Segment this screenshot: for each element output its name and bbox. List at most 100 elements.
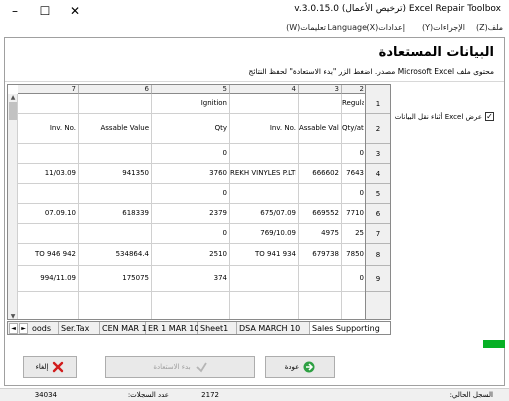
menu-actions[interactable]: الإجراءات(Y) (422, 23, 465, 32)
grid-line (8, 163, 366, 164)
page-subtitle: محتوى ملف Microsoft Excel مصدر. اضغط الز… (248, 67, 494, 76)
records-count-label: عدد السجلات: (127, 391, 169, 399)
close-button[interactable]: ✕ (63, 0, 87, 22)
sheet-tab[interactable]: DSA MARCH 10 (237, 322, 310, 334)
vertical-scrollbar[interactable]: ▲ ▼ (8, 94, 18, 319)
grid-cell[interactable]: 941350 (79, 169, 149, 177)
grid-cell[interactable]: 0 (152, 229, 227, 237)
cancel-button[interactable]: إلغاء (23, 356, 77, 378)
grid-line (8, 265, 366, 266)
row-number[interactable]: 5 (366, 184, 390, 204)
grid-cell[interactable]: Regulator (342, 99, 364, 107)
grid-cell[interactable]: 769/10.09 (230, 229, 296, 237)
grid-cell[interactable]: 11/03.09 (18, 169, 76, 177)
column-header[interactable]: 3 (299, 85, 342, 94)
show-excel-label: عرض Excel أثناء نقل البيانات (394, 112, 482, 121)
grid-cell[interactable]: 374 (152, 274, 227, 282)
grid-cell[interactable]: Qty/ate (342, 124, 364, 132)
grid-cell[interactable]: Assable Value (299, 124, 339, 132)
data-grid[interactable]: 765432IgnitionRegulatorInv. No.Assable V… (7, 84, 391, 320)
sheet-tab[interactable]: Ser.Tax (59, 322, 100, 334)
grid-cell[interactable]: Assable Value (79, 124, 149, 132)
grid-cell[interactable]: 2379 (152, 209, 227, 217)
grid-cell[interactable]: 7710 (342, 209, 364, 217)
column-header[interactable]: 6 (79, 85, 152, 94)
sheet-tab[interactable]: CEN MAR 10 (100, 322, 152, 334)
grid-cell[interactable]: TO 946 942 (18, 250, 76, 258)
grid-line (8, 183, 366, 184)
grid-cell[interactable]: 175075 (79, 274, 149, 282)
status-bar: السجل الحالي: 2172 عدد السجلات: 34034 (0, 388, 509, 401)
title-bar: – ☐ ✕ Excel Repair Toolbox (ترخيص الأعما… (0, 0, 509, 22)
grid-cell[interactable]: 3760 (152, 169, 227, 177)
sheet-tab[interactable]: oods (30, 322, 59, 334)
row-number[interactable]: 6 (366, 204, 390, 224)
grid-cell[interactable]: Inv. No. (18, 124, 76, 132)
grid-cell[interactable]: 25 (342, 229, 364, 237)
menu-language[interactable]: Language (328, 23, 367, 32)
grid-cell[interactable]: 0 (342, 149, 364, 157)
scroll-down-icon[interactable]: ▼ (8, 313, 18, 319)
minimize-button[interactable]: – (3, 0, 27, 22)
row-number[interactable]: 3 (366, 144, 390, 164)
grid-cell[interactable]: 7850 (342, 250, 364, 258)
header-band: البيانات المستعادة محتوى ملف Microsoft E… (5, 38, 504, 82)
column-header[interactable]: 7 (18, 85, 79, 94)
show-excel-checkbox[interactable]: ✓ (485, 112, 494, 121)
grid-cell[interactable]: 994/11.09 (18, 274, 76, 282)
grid-cell[interactable]: 4975 (299, 229, 339, 237)
grid-cell[interactable]: Ignition (152, 99, 227, 107)
grid-cell[interactable]: TO 941 934 (230, 250, 296, 258)
grid-cell[interactable]: 2510 (152, 250, 227, 258)
grid-cell[interactable]: 0 (152, 189, 227, 197)
grid-cell[interactable]: REKH VINYLES P.LTD (230, 169, 296, 177)
sheet-tab[interactable]: Sheet1 (198, 322, 237, 334)
grid-cell[interactable]: 0 (152, 149, 227, 157)
grid-cell[interactable]: 679738 (299, 250, 339, 258)
row-number[interactable]: 8 (366, 244, 390, 266)
grid-cell[interactable]: Inv. No. (230, 124, 296, 132)
show-excel-option[interactable]: ✓ عرض Excel أثناء نقل البيانات (395, 112, 494, 121)
scroll-up-icon[interactable]: ▲ (8, 94, 18, 102)
grid-cell[interactable]: 534864.4 (79, 250, 149, 258)
menu-help[interactable]: تعليمات(W) (286, 23, 326, 32)
back-label: عودة (284, 363, 300, 371)
cancel-label: إلغاء (35, 363, 49, 371)
row-number[interactable]: 7 (366, 224, 390, 244)
page-title: البيانات المستعادة (378, 45, 494, 60)
grid-line (8, 291, 366, 292)
grid-cell[interactable]: 618339 (79, 209, 149, 217)
scroll-thumb[interactable] (9, 102, 17, 120)
tab-next-icon[interactable]: ► (19, 323, 28, 334)
row-number[interactable]: 1 (366, 94, 390, 114)
row-number[interactable]: 9 (366, 266, 390, 292)
tab-prev-icon[interactable]: ◄ (9, 323, 18, 334)
maximize-button[interactable]: ☐ (33, 0, 57, 22)
menu-file[interactable]: ملف(Z) (476, 23, 503, 32)
grid-cell[interactable]: 666602 (299, 169, 339, 177)
column-header[interactable]: 5 (152, 85, 230, 94)
current-record-value: 2172 (201, 391, 219, 399)
window-title: Excel Repair Toolbox (ترخيص الأعمال) v.3… (294, 4, 501, 14)
cancel-icon (53, 361, 64, 373)
sheet-tab[interactable]: Sales Supporting (310, 322, 390, 334)
grid-cell[interactable]: 669552 (299, 209, 339, 217)
row-number[interactable]: 2 (366, 114, 390, 144)
grid-cell[interactable]: 0 (342, 189, 364, 197)
current-record-label: السجل الحالي: (449, 391, 493, 399)
row-number[interactable]: 4 (366, 164, 390, 184)
grid-cell[interactable]: 7643 (342, 169, 364, 177)
sheet-tab[interactable]: ER 1 MAR 10 (146, 322, 199, 334)
back-button[interactable]: عودة (265, 356, 335, 378)
column-header[interactable]: 4 (230, 85, 299, 94)
column-header[interactable]: 2 (342, 85, 367, 94)
grid-cell[interactable]: 07.09.10 (18, 209, 76, 217)
menu-settings[interactable]: إعدادات(X) (367, 23, 405, 32)
main-panel: البيانات المستعادة محتوى ملف Microsoft E… (4, 37, 505, 386)
menu-bar: ملف(Z) الإجراءات(Y) إعدادات(X) Language … (0, 22, 509, 36)
grid-cell[interactable]: 0 (342, 274, 364, 282)
grid-line (8, 243, 366, 244)
grid-cell[interactable]: Qty (152, 124, 227, 132)
grid-cell[interactable]: 675/07.09 (230, 209, 296, 217)
row-header: 123456789 (365, 85, 390, 319)
